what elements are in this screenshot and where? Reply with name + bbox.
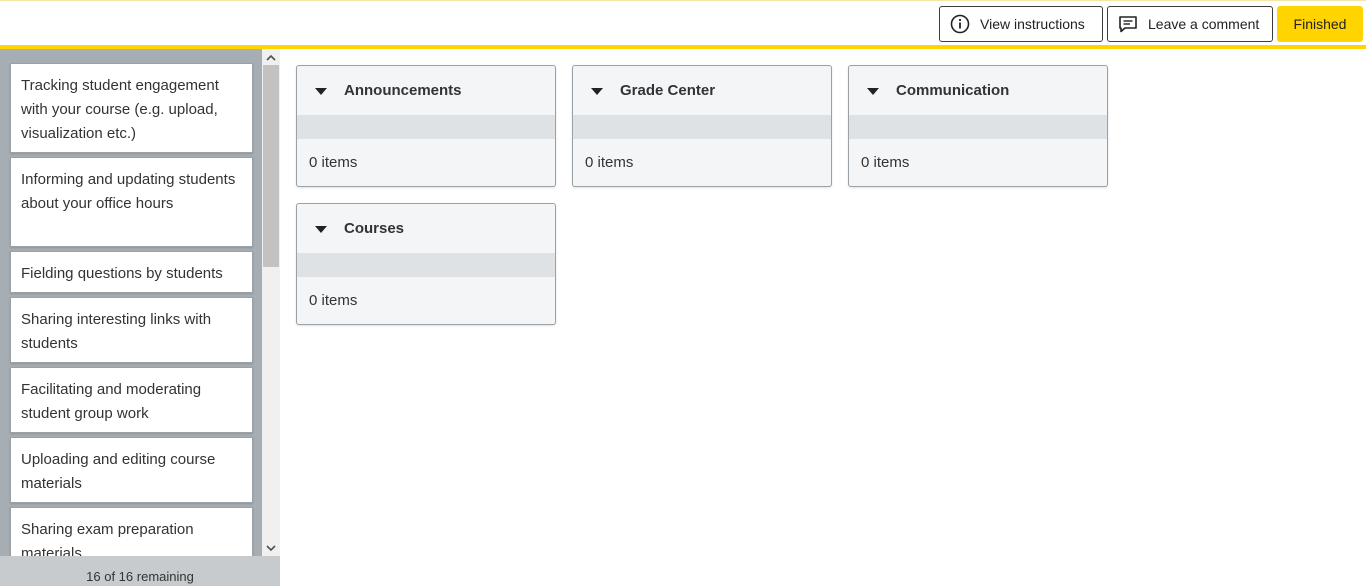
category-drop-zone[interactable] <box>573 115 831 139</box>
category-communication[interactable]: Communication 0 items <box>848 65 1108 187</box>
category-header[interactable]: Announcements <box>297 66 555 115</box>
category-item-count: 0 items <box>309 154 358 171</box>
sort-card[interactable]: Uploading and editing course materials <box>10 437 253 503</box>
sort-card[interactable]: Sharing interesting links with students <box>10 297 253 363</box>
category-header[interactable]: Grade Center <box>573 66 831 115</box>
sort-card[interactable]: Facilitating and moderating student grou… <box>10 367 253 433</box>
category-item-count: 0 items <box>309 292 358 309</box>
category-courses[interactable]: Courses 0 items <box>296 203 556 325</box>
caret-down-icon <box>314 224 328 234</box>
category-announcements[interactable]: Announcements 0 items <box>296 65 556 187</box>
sidebar-scrollbar[interactable] <box>262 49 280 556</box>
leave-comment-label: Leave a comment <box>1148 16 1260 32</box>
category-title: Courses <box>344 220 405 237</box>
leave-comment-button[interactable]: Leave a comment <box>1107 6 1273 42</box>
category-item-count: 0 items <box>585 154 634 171</box>
info-icon <box>950 14 970 34</box>
category-header[interactable]: Communication <box>849 66 1107 115</box>
category-grade-center[interactable]: Grade Center 0 items <box>572 65 832 187</box>
comment-icon <box>1118 14 1138 34</box>
sort-card[interactable]: Tracking student engagement with your co… <box>10 63 253 153</box>
view-instructions-label: View instructions <box>980 16 1085 32</box>
sort-card[interactable]: Sharing exam preparation materials <box>10 507 253 556</box>
sort-card[interactable]: Informing and updating students about yo… <box>10 157 253 247</box>
remaining-count: 16 of 16 remaining <box>0 556 280 586</box>
finished-button[interactable]: Finished <box>1277 6 1363 42</box>
category-drop-zone[interactable] <box>849 115 1107 139</box>
category-title: Announcements <box>344 82 462 99</box>
caret-down-icon <box>590 86 604 96</box>
sort-card[interactable]: Fielding questions by students <box>10 251 253 293</box>
view-instructions-button[interactable]: View instructions <box>939 6 1103 42</box>
category-item-count: 0 items <box>861 154 910 171</box>
category-title: Grade Center <box>620 82 716 99</box>
caret-down-icon <box>314 86 328 96</box>
finished-label: Finished <box>1293 16 1347 32</box>
scrollbar-thumb[interactable] <box>263 65 279 267</box>
card-list: Tracking student engagement with your co… <box>0 49 262 556</box>
card-sidebar: Tracking student engagement with your co… <box>0 49 280 586</box>
category-drop-zone[interactable] <box>297 253 555 277</box>
caret-down-icon <box>866 86 880 96</box>
category-title: Communication <box>896 82 1010 99</box>
category-header[interactable]: Courses <box>297 204 555 253</box>
scroll-down-icon[interactable] <box>262 540 280 556</box>
scroll-up-icon[interactable] <box>262 49 280 65</box>
category-drop-zone[interactable] <box>297 115 555 139</box>
top-toolbar: View instructions Leave a comment Finish… <box>0 0 1366 49</box>
